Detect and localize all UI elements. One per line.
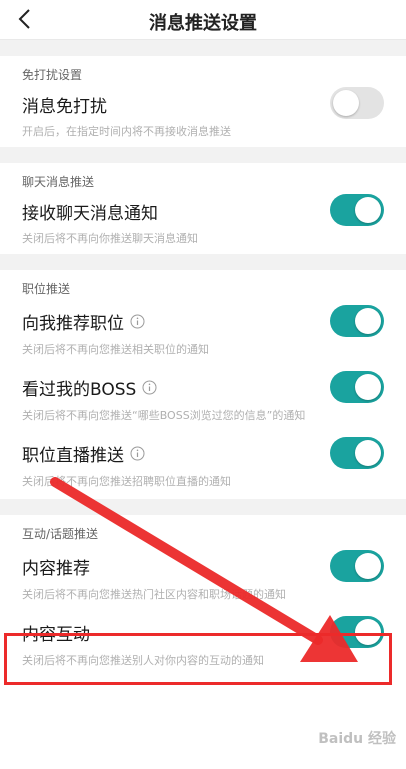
section-dnd: 免打扰设置 消息免打扰 开启后，在指定时间内将不再接收消息推送 <box>0 56 406 147</box>
section-label: 职位推送 <box>22 282 71 296</box>
setting-row-dnd: 消息免打扰 开启后，在指定时间内将不再接收消息推送 <box>22 87 384 147</box>
toggle-knob <box>355 374 381 400</box>
setting-title: 看过我的BOSS <box>22 380 137 400</box>
info-icon[interactable] <box>130 314 145 329</box>
setting-desc: 关闭后将不再向你推送聊天消息通知 <box>22 232 198 245</box>
section-label: 免打扰设置 <box>22 68 83 82</box>
section-chat: 聊天消息推送 接收聊天消息通知 关闭后将不再向你推送聊天消息通知 <box>0 163 406 254</box>
info-icon[interactable] <box>130 446 145 461</box>
setting-desc: 关闭后将不再向您推送招聘职位直播的通知 <box>22 475 231 488</box>
info-icon[interactable] <box>142 380 157 395</box>
setting-row-recommend-jobs: 向我推荐职位 关闭后将不再向您推送相关职位的通知 <box>22 301 384 367</box>
setting-desc: 关闭后将不再向您推送别人对你内容的互动的通知 <box>22 654 264 667</box>
toggle-knob <box>355 440 381 466</box>
setting-desc: 关闭后将不再向您推送热门社区内容和职场话题的通知 <box>22 588 286 601</box>
section-gap <box>0 499 406 515</box>
setting-row-viewed-boss: 看过我的BOSS 关闭后将不再向您推送“哪些BOSS浏览过您的信息”的通知 <box>22 367 384 433</box>
section-interaction: 互动/话题推送 内容推荐 关闭后将不再向您推送热门社区内容和职场话题的通知 内容… <box>0 515 406 678</box>
section-label: 互动/话题推送 <box>22 527 99 541</box>
page-title: 消息推送设置 <box>149 13 257 34</box>
setting-row-content-recommend: 内容推荐 关闭后将不再向您推送热门社区内容和职场话题的通知 <box>22 546 384 612</box>
setting-title: 内容互动 <box>22 625 90 645</box>
toggle-knob <box>355 619 381 645</box>
setting-desc: 关闭后将不再向您推送“哪些BOSS浏览过您的信息”的通知 <box>22 409 306 422</box>
section-gap <box>0 147 406 163</box>
toggle-knob <box>355 197 381 223</box>
toggle-knob <box>355 308 381 334</box>
content-recommend-toggle[interactable] <box>330 550 384 582</box>
job-live-toggle[interactable] <box>330 437 384 469</box>
dnd-toggle[interactable] <box>330 87 384 119</box>
toggle-knob <box>333 90 359 116</box>
setting-title: 内容推荐 <box>22 559 90 579</box>
setting-title: 消息免打扰 <box>22 97 107 117</box>
section-jobs: 职位推送 向我推荐职位 关闭后将不再向您推送相关职位的通知 看过我的BOSS 关… <box>0 270 406 499</box>
setting-title: 向我推荐职位 <box>22 314 124 334</box>
setting-row-job-live: 职位直播推送 关闭后将不再向您推送招聘职位直播的通知 <box>22 433 384 499</box>
setting-desc: 开启后，在指定时间内将不再接收消息推送 <box>22 125 231 138</box>
watermark: Baidu 经验 <box>318 731 396 747</box>
chat-notify-toggle[interactable] <box>330 194 384 226</box>
toggle-knob <box>355 553 381 579</box>
nav-header: 消息推送设置 <box>0 0 406 40</box>
section-gap <box>0 40 406 56</box>
setting-title: 接收聊天消息通知 <box>22 204 158 224</box>
viewed-boss-toggle[interactable] <box>330 371 384 403</box>
setting-desc: 关闭后将不再向您推送相关职位的通知 <box>22 343 209 356</box>
section-label: 聊天消息推送 <box>22 175 95 189</box>
recommend-jobs-toggle[interactable] <box>330 305 384 337</box>
setting-row-content-interaction: 内容互动 关闭后将不再向您推送别人对你内容的互动的通知 <box>22 612 384 678</box>
content-interaction-toggle[interactable] <box>330 616 384 648</box>
setting-row-chat: 接收聊天消息通知 关闭后将不再向你推送聊天消息通知 <box>22 194 384 254</box>
section-gap <box>0 254 406 270</box>
setting-title: 职位直播推送 <box>22 446 124 466</box>
